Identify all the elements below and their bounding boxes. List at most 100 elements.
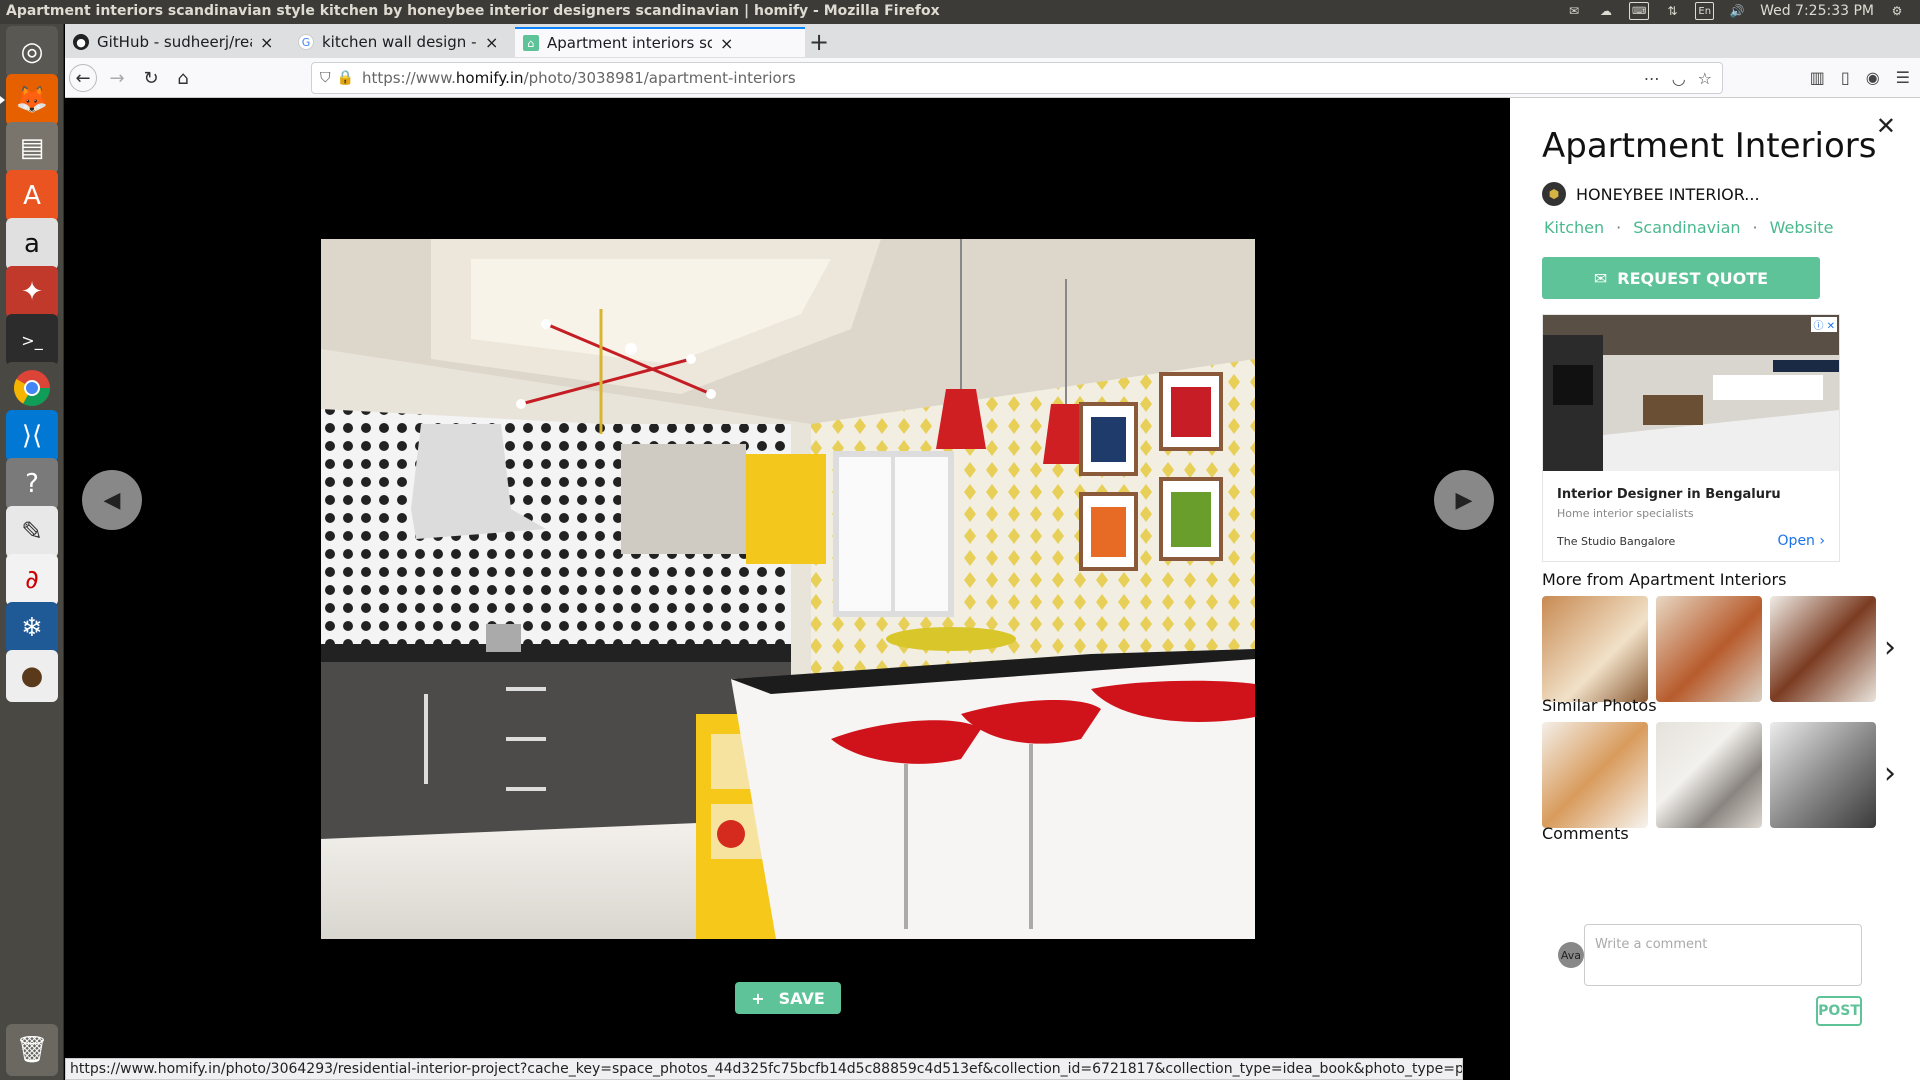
trash-icon[interactable]: 🗑: [6, 1024, 58, 1076]
next-photo-button[interactable]: ▶: [1434, 470, 1494, 530]
amazon-icon[interactable]: a: [6, 218, 58, 270]
thumbnail[interactable]: [1770, 722, 1876, 828]
close-tab-icon[interactable]: ×: [260, 33, 273, 52]
power-icon[interactable]: ⚙: [1888, 2, 1906, 20]
library-icon[interactable]: ▥: [1810, 68, 1825, 87]
ad-open-button[interactable]: Open ›: [1778, 533, 1825, 549]
system-indicators: ✉ ☁ ⌨ ⇅ En 🔊 Wed 7:25:33 PM ⚙: [1565, 2, 1906, 20]
dropbox-icon[interactable]: ☁: [1597, 2, 1615, 20]
url-actions: ⋯ ◡ ☆: [1644, 69, 1712, 88]
tracking-shield-icon[interactable]: ⛉: [320, 70, 331, 86]
github-icon: ●: [73, 34, 89, 50]
tree-app-icon[interactable]: ❄: [6, 602, 58, 654]
similar-photos-heading: Similar Photos: [1542, 696, 1657, 715]
photo-viewer: ◀ ▶ + SAVE: [65, 98, 1510, 1080]
tab-label: Apartment interiors scandi: [547, 34, 712, 52]
tab-label: kitchen wall design - Goo: [322, 33, 477, 51]
tab-github[interactable]: ● GitHub - sudheerj/reactj ×: [65, 27, 285, 57]
thumbnail[interactable]: [1656, 596, 1762, 702]
window-title: Apartment interiors scandinavian style k…: [6, 3, 940, 19]
request-quote-button[interactable]: ✉ REQUEST QUOTE: [1542, 257, 1820, 299]
chat-icon[interactable]: ✉: [1565, 2, 1583, 20]
keyboard-icon[interactable]: ⌨: [1628, 2, 1650, 20]
firefox-icon[interactable]: 🦊: [0, 74, 58, 126]
tag-links: Kitchen · Scandinavian · Website: [1544, 218, 1833, 237]
tag-scandinavian[interactable]: Scandinavian: [1633, 218, 1740, 237]
new-tab-button[interactable]: +: [809, 28, 829, 56]
envelope-icon: ✉: [1593, 268, 1608, 288]
save-label: SAVE: [778, 988, 825, 1008]
post-button[interactable]: POST: [1816, 996, 1862, 1026]
url-host: homify.in: [455, 69, 524, 87]
account-icon[interactable]: ◉: [1866, 68, 1880, 87]
software-center-icon[interactable]: A: [6, 170, 58, 222]
kitchen-photo: [321, 239, 1255, 939]
forward-button[interactable]: →: [103, 64, 131, 92]
previous-photo-button[interactable]: ◀: [82, 470, 142, 530]
close-tab-icon[interactable]: ×: [720, 34, 733, 53]
google-icon: G: [298, 34, 314, 50]
squirrel-app-icon[interactable]: ●: [6, 650, 58, 702]
professional-logo-icon: ⬢: [1542, 182, 1566, 206]
help-icon[interactable]: ?: [6, 458, 58, 510]
lock-icon[interactable]: 🔒: [337, 70, 354, 86]
back-button[interactable]: ←: [69, 64, 97, 92]
separator-dot: ·: [1616, 218, 1622, 237]
url-bar[interactable]: ⛉ 🔒 https://www. homify.in/photo/3038981/…: [311, 62, 1723, 94]
save-button[interactable]: + SAVE: [735, 982, 841, 1014]
files-icon[interactable]: ▤: [6, 122, 58, 174]
language-indicator[interactable]: En: [1695, 2, 1715, 20]
similar-photos-thumbnails: [1542, 722, 1878, 828]
separator-dot: ·: [1752, 218, 1758, 237]
terminal-icon[interactable]: >_: [6, 314, 58, 366]
text-editor-icon[interactable]: ✎: [6, 506, 58, 558]
avatar: Ava: [1558, 942, 1584, 968]
os-top-bar: Apartment interiors scandinavian style k…: [0, 0, 1920, 24]
ad-title[interactable]: Interior Designer in Bengaluru: [1557, 487, 1781, 502]
comment-input[interactable]: Write a comment: [1584, 924, 1862, 986]
thumbnail[interactable]: [1770, 596, 1876, 702]
more-from-next-icon[interactable]: ›: [1884, 630, 1896, 665]
close-icon[interactable]: ✕: [1876, 112, 1896, 140]
photo-details-panel: ✕ Apartment Interiors ⬢ HONEYBEE INTERIO…: [1510, 98, 1920, 1080]
tag-kitchen[interactable]: Kitchen: [1544, 218, 1604, 237]
ubuntu-dash-icon[interactable]: ◎: [6, 26, 58, 78]
toolbar-right: ▥ ▯ ◉ ☰: [1810, 68, 1910, 87]
settings-icon[interactable]: ✦: [6, 266, 58, 318]
chrome-icon[interactable]: [6, 362, 58, 414]
url-path: /photo/3038981/apartment-interiors: [523, 69, 796, 87]
network-icon[interactable]: ⇅: [1663, 2, 1681, 20]
page-actions-icon[interactable]: ⋯: [1644, 69, 1660, 88]
tag-website[interactable]: Website: [1770, 218, 1834, 237]
ad-choices-icon[interactable]: ⓘ ✕: [1811, 317, 1837, 332]
plus-icon: +: [751, 988, 765, 1008]
clock[interactable]: Wed 7:25:33 PM: [1760, 3, 1874, 19]
sidebar-icon[interactable]: ▯: [1841, 68, 1850, 87]
close-tab-icon[interactable]: ×: [485, 33, 498, 52]
ad-image[interactable]: [1543, 315, 1839, 471]
menu-icon[interactable]: ☰: [1896, 68, 1910, 87]
pocket-icon[interactable]: ◡: [1672, 69, 1686, 88]
evince-icon[interactable]: ∂: [6, 554, 58, 606]
url-prefix: https://www.: [361, 69, 456, 87]
thumbnail[interactable]: [1542, 722, 1648, 828]
tab-homify[interactable]: ⌂ Apartment interiors scandi ×: [515, 27, 805, 57]
vscode-icon[interactable]: ⟩⟨: [6, 410, 58, 462]
advertisement[interactable]: ⓘ ✕ Interior Designer in Bengaluru Home …: [1542, 314, 1840, 562]
bookmark-star-icon[interactable]: ☆: [1698, 69, 1712, 88]
home-button[interactable]: ⌂: [169, 64, 197, 92]
ad-open-label: Open: [1777, 533, 1815, 549]
tab-label: GitHub - sudheerj/reactj: [97, 33, 252, 51]
ad-brand: The Studio Bangalore: [1557, 535, 1676, 548]
similar-next-icon[interactable]: ›: [1884, 756, 1896, 791]
nav-bar: ← → ↻ ⌂ ⛉ 🔒 https://www. homify.in/photo/…: [65, 58, 1920, 98]
professional-link[interactable]: ⬢ HONEYBEE INTERIOR...: [1542, 182, 1760, 206]
tab-google[interactable]: G kitchen wall design - Goo ×: [290, 27, 510, 57]
status-bar-link: https://www.homify.in/photo/3064293/resi…: [65, 1058, 1463, 1080]
thumbnail[interactable]: [1656, 722, 1762, 828]
ad-subtitle: Home interior specialists: [1557, 507, 1694, 520]
thumbnail[interactable]: [1542, 596, 1648, 702]
tab-bar: ● GitHub - sudheerj/reactj × G kitchen w…: [65, 24, 1920, 58]
volume-icon[interactable]: 🔊: [1728, 2, 1746, 20]
reload-button[interactable]: ↻: [137, 64, 165, 92]
